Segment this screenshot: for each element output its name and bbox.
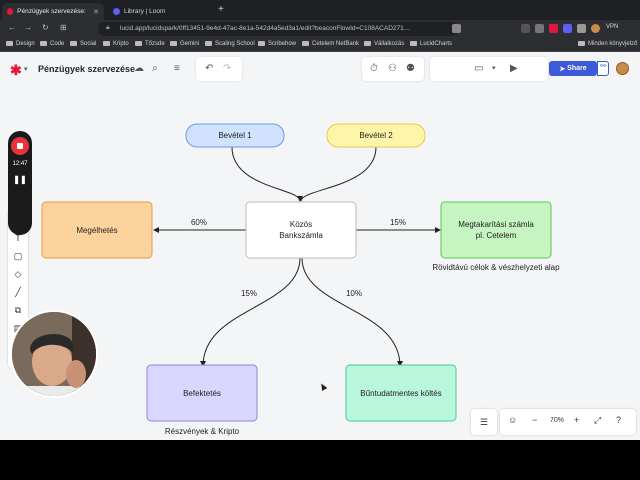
bookmark-gemini[interactable]: Gemini [170, 41, 199, 47]
bookmark-all[interactable]: Minden könyvjelző [578, 41, 637, 47]
zoom-in-button[interactable]: + [574, 415, 579, 425]
note-savings[interactable]: Rövidtávú célok & vészhelyzeti alap [432, 263, 560, 272]
bookmarks-bar: Design Code Social Kripto Tőzsde Gemini … [0, 38, 640, 52]
frame-tool-icon[interactable]: ⧉ [12, 304, 24, 316]
emoji-icon[interactable]: ☺ [508, 415, 517, 425]
extension-icon[interactable] [535, 24, 544, 33]
shapes-icon[interactable]: ◇ [12, 268, 24, 280]
apps-icon[interactable]: ⊞ [60, 23, 67, 32]
help-icon[interactable]: ? [616, 415, 621, 425]
search-icon[interactable]: ⌕ [152, 63, 158, 74]
connector-label-guiltfree: 10% [346, 289, 362, 298]
lock-icon: 🔒︎ [106, 24, 110, 31]
recording-widget: 12:47 ❚❚ [8, 131, 32, 235]
app-header: ✱ ▾ Pénzügyek szervezése ☁ ⌕ ≡ ↶ ↷ ⏱ ⚇ ⚉… [0, 52, 640, 88]
bookmark-lucidcharts[interactable]: LucidCharts [410, 41, 452, 47]
new-tab-icon[interactable]: + [218, 4, 224, 15]
cloud-icon: ☁ [134, 63, 144, 74]
undo-icon[interactable]: ↶ [205, 63, 213, 74]
connector-label-savings: 15% [390, 218, 406, 227]
shape-invest-label: Befektetés [183, 389, 221, 398]
bookmark-scaling-school[interactable]: Scaling School [205, 41, 255, 47]
connector-joint-invest[interactable] [200, 257, 301, 367]
extension-icon[interactable] [563, 24, 572, 33]
zoom-level[interactable]: 70% [550, 417, 564, 424]
bookmark-social[interactable]: Social [70, 41, 96, 47]
stop-recording-button[interactable] [11, 137, 29, 155]
lucid-favicon-icon [7, 8, 14, 15]
shape-savings-label-2: pl. Cetelem [476, 231, 517, 240]
profile-icon[interactable] [591, 24, 600, 33]
bookmark-scribehow[interactable]: Scribehow [258, 41, 296, 47]
avatar[interactable] [616, 62, 629, 75]
reload-icon[interactable]: ↻ [42, 23, 49, 32]
share-button[interactable]: ➤ Share [549, 61, 597, 76]
bookmark-cetelem[interactable]: Cetelem NetBank [302, 41, 359, 47]
shape-income2-label: Bevétel 2 [359, 131, 393, 140]
bookmark-tozsde[interactable]: Tőzsde [135, 41, 165, 47]
page-list-icon[interactable]: ☰ [471, 409, 497, 435]
redo-icon[interactable]: ↷ [223, 63, 231, 74]
pause-icon[interactable]: ❚❚ [8, 175, 32, 184]
extension-icon[interactable] [521, 24, 530, 33]
menu-icon[interactable]: ≡ [174, 63, 180, 74]
shape-guiltfree-label: Bűntudatmentes költés [360, 389, 441, 398]
address-row: ← → ↻ ⊞ 🔒︎ lucid.app/lucidspark/0ff13451… [0, 20, 640, 38]
forward-icon[interactable]: → [24, 23, 32, 32]
users-icon[interactable]: ⚉ [406, 63, 415, 74]
connector-joint-guiltfree[interactable] [301, 257, 403, 367]
document-title[interactable]: Pénzügyek szervezése [38, 64, 135, 74]
close-tab-icon[interactable]: ✕ [93, 8, 99, 16]
recording-time: 12:47 [12, 161, 28, 167]
lucid-logo-icon[interactable]: ✱ [10, 62, 22, 79]
connector-income1-joint[interactable] [231, 146, 303, 202]
share-panel: ▭ ▾ ▶ [430, 57, 548, 81]
chevron-down-icon[interactable]: ▾ [492, 64, 496, 72]
shape-savings-label-1: Megtakarítási számla [458, 220, 534, 229]
link-icon[interactable]: ⚯ [597, 61, 609, 76]
url-bar[interactable]: 🔒︎ lucid.app/lucidspark/0ff13451-9e4d-47… [98, 22, 458, 36]
shape-living-label: Megélhetés [76, 226, 117, 235]
fit-screen-icon[interactable]: ⤢ [594, 415, 601, 426]
undo-redo-panel: ↶ ↷ [196, 57, 242, 81]
video-icon[interactable]: ▶ [510, 63, 518, 74]
webcam-person-image [12, 312, 96, 396]
line-tool-icon[interactable]: ╱ [12, 286, 24, 298]
shape-income1-label: Bevétel 1 [218, 131, 252, 140]
zoom-out-button[interactable]: − [532, 415, 537, 425]
chevron-down-icon[interactable]: ▾ [24, 65, 28, 73]
extension-icon[interactable] [577, 24, 586, 33]
connector-label-living: 60% [191, 218, 207, 227]
back-icon[interactable]: ← [8, 23, 16, 32]
bookmark-kripto[interactable]: Kripto [103, 41, 129, 47]
sticky-note-icon[interactable]: ▢ [12, 250, 24, 262]
connector-label-invest: 15% [241, 289, 257, 298]
loom-favicon-icon [113, 8, 120, 15]
bookmark-design[interactable]: Design [6, 41, 35, 47]
shape-savings[interactable] [440, 201, 552, 259]
bookmark-code[interactable]: Code [40, 41, 64, 47]
extension-icon[interactable] [452, 24, 461, 33]
tab-loom[interactable]: Library | Loom [108, 3, 208, 20]
extension-icon[interactable] [549, 24, 558, 33]
collab-panel: ⏱ ⚇ ⚉ [362, 57, 424, 81]
vpn-badge[interactable]: VPN [606, 24, 618, 30]
shape-joint-label-1: Közös [290, 220, 312, 229]
shape-joint-account[interactable] [245, 201, 357, 259]
zoom-panel: ☺ − 70% + ⤢ ? [500, 409, 636, 435]
note-invest[interactable]: Részvények & Kripto [165, 427, 240, 436]
collaborate-icon[interactable]: ⚇ [388, 63, 397, 74]
tab-lucid[interactable]: Pénzügyek szervezése: Luc ✕ [2, 3, 104, 20]
connector-income2-joint[interactable] [300, 146, 377, 202]
webcam-bubble[interactable] [10, 310, 98, 398]
shape-joint-label-2: Bankszámla [279, 231, 323, 240]
browser-window: Design Code Social Kripto Tőzsde Gemini … [0, 38, 640, 440]
timer-icon[interactable]: ⏱ [370, 63, 378, 74]
browser-chrome: Pénzügyek szervezése: Luc ✕ Library | Lo… [0, 0, 640, 38]
comment-icon[interactable]: ▭ [474, 63, 483, 74]
bookmark-vallalkozas[interactable]: Vállalkozás [364, 41, 404, 47]
